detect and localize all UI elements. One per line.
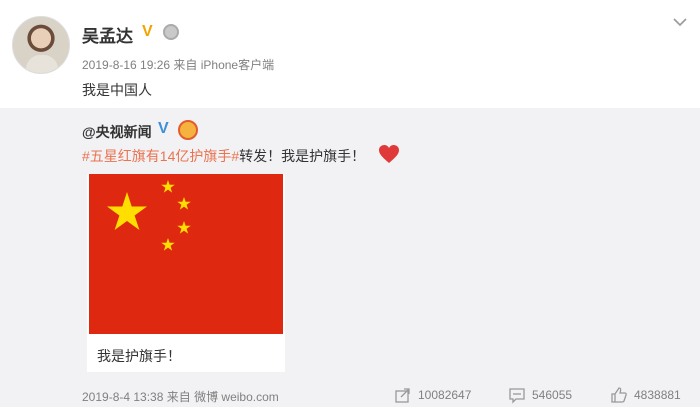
repost-text: #五星红旗有14亿护旗手#转发！我是护旗手！	[82, 146, 365, 166]
medal-icon	[178, 120, 198, 140]
comment-icon	[509, 388, 525, 404]
avatar[interactable]	[12, 16, 70, 74]
repost-body: 转发！我是护旗手！	[239, 148, 366, 164]
repost-count-button[interactable]: 10082647	[394, 386, 471, 404]
vip-badge-icon[interactable]: V	[142, 23, 153, 41]
image-caption: 我是护旗手！	[97, 348, 181, 364]
topic-link[interactable]: #五星红旗有14亿护旗手#	[82, 148, 239, 164]
verified-icon: V	[158, 120, 169, 137]
image-card[interactable]: 我是护旗手！	[87, 174, 285, 372]
heart-icon	[379, 145, 399, 163]
like-count-button[interactable]: 4838881	[610, 386, 681, 404]
author-name[interactable]: 吴孟达	[82, 22, 133, 47]
china-flag-image[interactable]	[89, 174, 283, 334]
repost-count: 10082647	[418, 388, 472, 402]
chevron-down-icon[interactable]	[672, 16, 688, 28]
post-text: 我是中国人	[82, 82, 152, 98]
weibo-post: 吴孟达 V 2019-8-16 19:26 来自 iPhone客户端 我是中国人	[0, 0, 700, 108]
repost-box[interactable]: @央视新闻 V #五星红旗有14亿护旗手#转发！我是护旗手！ 我是护旗手！ 20…	[0, 108, 700, 407]
post-meta: 2019-8-16 19:26 来自 iPhone客户端	[82, 58, 275, 72]
comment-count-button[interactable]: 546055	[508, 386, 572, 404]
thumbs-up-icon	[611, 387, 627, 403]
comment-count: 546055	[532, 388, 573, 402]
like-count: 4838881	[634, 388, 681, 402]
repost-author[interactable]: @央视新闻	[82, 122, 152, 142]
share-icon	[395, 388, 410, 403]
repost-footer: 2019-8-4 13:38 来自 微博 weibo.com 10082647 …	[0, 386, 700, 406]
member-icon[interactable]	[163, 24, 179, 40]
repost-meta: 2019-8-4 13:38 来自 微博 weibo.com	[82, 390, 279, 404]
